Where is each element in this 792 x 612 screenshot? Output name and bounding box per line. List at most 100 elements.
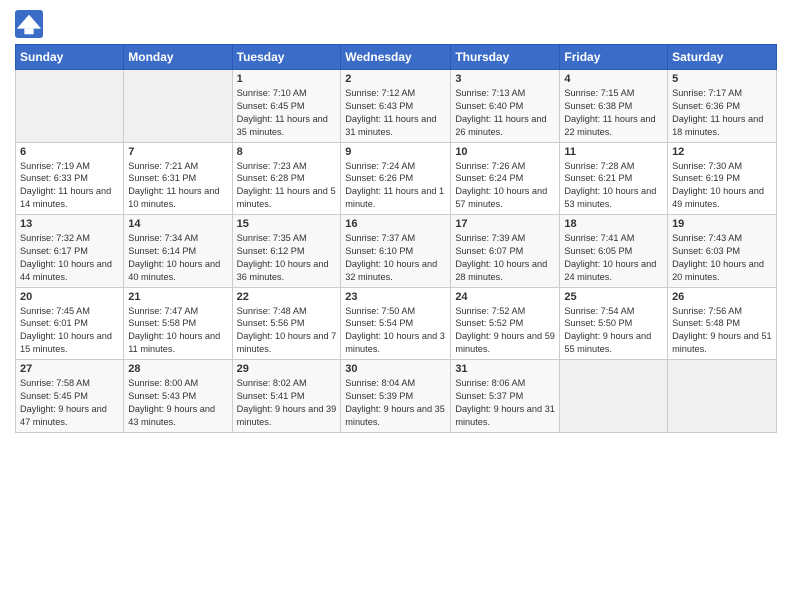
day-header-friday: Friday — [560, 45, 668, 70]
day-info: Sunrise: 8:04 AM Sunset: 5:39 PM Dayligh… — [345, 377, 446, 429]
day-number: 26 — [672, 291, 772, 303]
calendar-cell: 16 Sunrise: 7:37 AM Sunset: 6:10 PM Dayli… — [341, 215, 451, 288]
calendar-cell: 29 Sunrise: 8:02 AM Sunset: 5:41 PM Dayli… — [232, 360, 341, 433]
day-number: 23 — [345, 291, 446, 303]
calendar-cell: 3 Sunrise: 7:13 AM Sunset: 6:40 PM Daylig… — [451, 70, 560, 143]
day-number: 12 — [672, 146, 772, 158]
day-number: 14 — [128, 218, 227, 230]
calendar-cell: 9 Sunrise: 7:24 AM Sunset: 6:26 PM Daylig… — [341, 142, 451, 215]
day-info: Sunrise: 7:13 AM Sunset: 6:40 PM Dayligh… — [455, 87, 555, 139]
day-number: 15 — [237, 218, 337, 230]
calendar-cell: 11 Sunrise: 7:28 AM Sunset: 6:21 PM Dayli… — [560, 142, 668, 215]
calendar-cell: 14 Sunrise: 7:34 AM Sunset: 6:14 PM Dayli… — [124, 215, 232, 288]
calendar-cell — [124, 70, 232, 143]
day-number: 1 — [237, 73, 337, 85]
day-number: 8 — [237, 146, 337, 158]
day-info: Sunrise: 7:50 AM Sunset: 5:54 PM Dayligh… — [345, 305, 446, 357]
day-number: 20 — [20, 291, 119, 303]
day-number: 29 — [237, 363, 337, 375]
calendar-cell: 27 Sunrise: 7:58 AM Sunset: 5:45 PM Dayli… — [16, 360, 124, 433]
day-number: 9 — [345, 146, 446, 158]
day-info: Sunrise: 7:54 AM Sunset: 5:50 PM Dayligh… — [564, 305, 663, 357]
calendar-cell: 30 Sunrise: 8:04 AM Sunset: 5:39 PM Dayli… — [341, 360, 451, 433]
day-number: 2 — [345, 73, 446, 85]
calendar-cell — [16, 70, 124, 143]
day-info: Sunrise: 7:17 AM Sunset: 6:36 PM Dayligh… — [672, 87, 772, 139]
day-info: Sunrise: 7:41 AM Sunset: 6:05 PM Dayligh… — [564, 232, 663, 284]
calendar-cell: 10 Sunrise: 7:26 AM Sunset: 6:24 PM Dayli… — [451, 142, 560, 215]
day-number: 21 — [128, 291, 227, 303]
day-number: 10 — [455, 146, 555, 158]
calendar-cell: 4Sunrise: 7:15 AM Sunset: 6:38 PM Daylig… — [560, 70, 668, 143]
day-info: Sunrise: 7:32 AM Sunset: 6:17 PM Dayligh… — [20, 232, 119, 284]
day-number: 24 — [455, 291, 555, 303]
day-header-wednesday: Wednesday — [341, 45, 451, 70]
calendar-cell: 17 Sunrise: 7:39 AM Sunset: 6:07 PM Dayli… — [451, 215, 560, 288]
day-info: Sunrise: 7:21 AM Sunset: 6:31 PM Dayligh… — [128, 160, 227, 212]
calendar-cell: 19 Sunrise: 7:43 AM Sunset: 6:03 PM Dayli… — [668, 215, 777, 288]
day-number: 30 — [345, 363, 446, 375]
day-number: 4 — [564, 73, 663, 85]
day-info: Sunrise: 7:12 AM Sunset: 6:43 PM Dayligh… — [345, 87, 446, 139]
day-info: Sunrise: 7:26 AM Sunset: 6:24 PM Dayligh… — [455, 160, 555, 212]
calendar-cell: 26 Sunrise: 7:56 AM Sunset: 5:48 PM Dayli… — [668, 287, 777, 360]
day-info: Sunrise: 7:37 AM Sunset: 6:10 PM Dayligh… — [345, 232, 446, 284]
calendar-cell: 22Sunrise: 7:48 AM Sunset: 5:56 PM Dayli… — [232, 287, 341, 360]
calendar-cell: 31Sunrise: 8:06 AM Sunset: 5:37 PM Dayli… — [451, 360, 560, 433]
calendar-week-row: 20 Sunrise: 7:45 AM Sunset: 6:01 PM Dayli… — [16, 287, 777, 360]
calendar-cell: 25 Sunrise: 7:54 AM Sunset: 5:50 PM Dayli… — [560, 287, 668, 360]
calendar-cell — [560, 360, 668, 433]
day-number: 3 — [455, 73, 555, 85]
calendar-table: SundayMondayTuesdayWednesdayThursdayFrid… — [15, 44, 777, 433]
calendar-cell: 8Sunrise: 7:23 AM Sunset: 6:28 PM Daylig… — [232, 142, 341, 215]
day-header-monday: Monday — [124, 45, 232, 70]
page: SundayMondayTuesdayWednesdayThursdayFrid… — [0, 0, 792, 612]
calendar-cell: 21Sunrise: 7:47 AM Sunset: 5:58 PM Dayli… — [124, 287, 232, 360]
calendar-cell: 20 Sunrise: 7:45 AM Sunset: 6:01 PM Dayli… — [16, 287, 124, 360]
calendar-week-row: 6 Sunrise: 7:19 AM Sunset: 6:33 PM Daylig… — [16, 142, 777, 215]
day-info: Sunrise: 7:10 AM Sunset: 6:45 PM Dayligh… — [237, 87, 337, 139]
calendar-cell: 24 Sunrise: 7:52 AM Sunset: 5:52 PM Dayli… — [451, 287, 560, 360]
day-info: Sunrise: 8:00 AM Sunset: 5:43 PM Dayligh… — [128, 377, 227, 429]
calendar-cell: 28Sunrise: 8:00 AM Sunset: 5:43 PM Dayli… — [124, 360, 232, 433]
calendar-cell: 23 Sunrise: 7:50 AM Sunset: 5:54 PM Dayli… — [341, 287, 451, 360]
day-number: 27 — [20, 363, 119, 375]
calendar-cell: 6 Sunrise: 7:19 AM Sunset: 6:33 PM Daylig… — [16, 142, 124, 215]
day-info: Sunrise: 8:02 AM Sunset: 5:41 PM Dayligh… — [237, 377, 337, 429]
day-info: Sunrise: 7:43 AM Sunset: 6:03 PM Dayligh… — [672, 232, 772, 284]
day-info: Sunrise: 7:19 AM Sunset: 6:33 PM Dayligh… — [20, 160, 119, 212]
day-number: 6 — [20, 146, 119, 158]
calendar-cell: 15 Sunrise: 7:35 AM Sunset: 6:12 PM Dayli… — [232, 215, 341, 288]
day-info: Sunrise: 7:56 AM Sunset: 5:48 PM Dayligh… — [672, 305, 772, 357]
day-info: Sunrise: 7:45 AM Sunset: 6:01 PM Dayligh… — [20, 305, 119, 357]
calendar-cell: 1 Sunrise: 7:10 AM Sunset: 6:45 PM Daylig… — [232, 70, 341, 143]
day-info: Sunrise: 7:24 AM Sunset: 6:26 PM Dayligh… — [345, 160, 446, 212]
day-number: 5 — [672, 73, 772, 85]
day-info: Sunrise: 7:39 AM Sunset: 6:07 PM Dayligh… — [455, 232, 555, 284]
day-number: 25 — [564, 291, 663, 303]
calendar-cell — [668, 360, 777, 433]
day-number: 18 — [564, 218, 663, 230]
calendar-week-row: 13Sunrise: 7:32 AM Sunset: 6:17 PM Dayli… — [16, 215, 777, 288]
day-number: 7 — [128, 146, 227, 158]
day-info: Sunrise: 7:35 AM Sunset: 6:12 PM Dayligh… — [237, 232, 337, 284]
calendar-week-row: 27 Sunrise: 7:58 AM Sunset: 5:45 PM Dayli… — [16, 360, 777, 433]
day-number: 16 — [345, 218, 446, 230]
day-number: 31 — [455, 363, 555, 375]
day-header-sunday: Sunday — [16, 45, 124, 70]
calendar-cell: 7 Sunrise: 7:21 AM Sunset: 6:31 PM Daylig… — [124, 142, 232, 215]
day-info: Sunrise: 7:48 AM Sunset: 5:56 PM Dayligh… — [237, 305, 337, 357]
header — [15, 10, 777, 38]
day-number: 17 — [455, 218, 555, 230]
day-info: Sunrise: 7:30 AM Sunset: 6:19 PM Dayligh… — [672, 160, 772, 212]
day-header-tuesday: Tuesday — [232, 45, 341, 70]
day-number: 11 — [564, 146, 663, 158]
day-info: Sunrise: 7:52 AM Sunset: 5:52 PM Dayligh… — [455, 305, 555, 357]
day-info: Sunrise: 7:28 AM Sunset: 6:21 PM Dayligh… — [564, 160, 663, 212]
calendar-cell: 18 Sunrise: 7:41 AM Sunset: 6:05 PM Dayli… — [560, 215, 668, 288]
calendar-cell: 13Sunrise: 7:32 AM Sunset: 6:17 PM Dayli… — [16, 215, 124, 288]
day-info: Sunrise: 7:58 AM Sunset: 5:45 PM Dayligh… — [20, 377, 119, 429]
calendar-week-row: 1 Sunrise: 7:10 AM Sunset: 6:45 PM Daylig… — [16, 70, 777, 143]
day-info: Sunrise: 7:34 AM Sunset: 6:14 PM Dayligh… — [128, 232, 227, 284]
day-number: 19 — [672, 218, 772, 230]
